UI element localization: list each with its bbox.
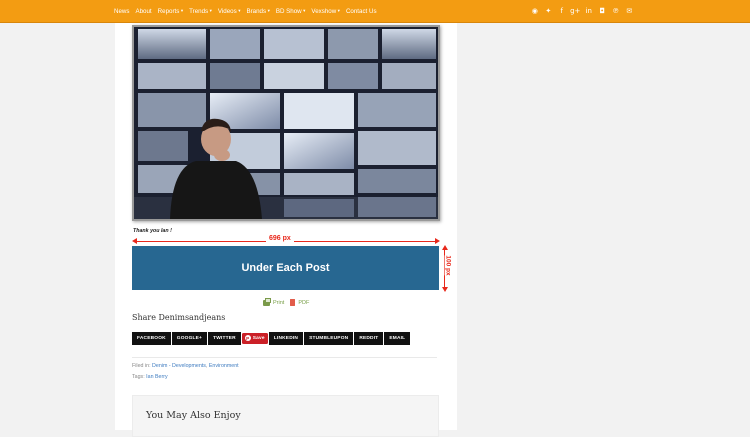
share-google-plus-button[interactable]: GOOGLE+ — [171, 332, 208, 345]
pinterest-save-button[interactable]: P Save — [241, 332, 268, 344]
share-button-label: FACEBOOK — [137, 336, 166, 341]
nav-item-reports[interactable]: Reports ▾ — [158, 8, 183, 15]
ad-width-label: 696 px — [266, 235, 294, 242]
nav-item-label: Videos — [217, 7, 237, 15]
pinterest-icon[interactable]: ℗ — [609, 7, 623, 15]
share-button-label: EMAIL — [389, 336, 406, 341]
tags-label: Tags: — [132, 374, 145, 380]
nav-item-label: BD Show — [275, 7, 302, 15]
share-linkedin-button[interactable]: LINKEDIN — [268, 332, 304, 345]
related-posts: You May Also Enjoy — [132, 395, 439, 437]
printer-icon — [263, 297, 271, 306]
share-facebook-button[interactable]: FACEBOOK — [132, 332, 171, 345]
nav-item-vexshow[interactable]: Vexshow ▾ — [311, 8, 340, 15]
nav-item-label: Contact Us — [345, 7, 377, 15]
nav-item-contact-us[interactable]: Contact Us — [346, 8, 377, 15]
chevron-down-icon: ▾ — [267, 8, 270, 13]
filed-in-label: Filed in: — [132, 363, 151, 369]
pdf-label: PDF — [298, 299, 310, 306]
post-content: Thank you Ian ! 696 px Under Each Post 1… — [115, 23, 457, 437]
share-email-button[interactable]: EMAIL — [384, 332, 411, 345]
arrow-down-icon — [441, 287, 448, 292]
top-nav-bar: News About Reports ▾ Trends ▾ Videos ▾ Brands ▾ BD… — [0, 0, 750, 23]
nav-item-label: Brands — [246, 7, 267, 15]
nav-item-bd-show[interactable]: BD Show ▾ — [276, 8, 306, 15]
rss-icon[interactable]: ◉ — [528, 7, 542, 15]
nav-item-trends[interactable]: Trends ▾ — [189, 8, 212, 15]
surveillance-wall-illustration — [134, 27, 438, 219]
nav-item-label: News — [114, 7, 130, 15]
share-button-label: STUMBLEUPON — [309, 336, 349, 341]
filed-in: Filed in: Denim - Developments, Environm… — [132, 363, 239, 369]
instagram-icon[interactable]: ◘ — [596, 7, 610, 15]
category-link[interactable]: Environment — [209, 363, 239, 369]
social-icons: ◉ ✦ f g+ in ◘ ℗ ✉ — [528, 0, 636, 22]
chevron-down-icon: ▾ — [209, 8, 212, 13]
arrow-right-icon — [435, 238, 440, 244]
tags: Tags: Ian Berry — [132, 374, 168, 380]
nav-item-label: Trends — [189, 7, 209, 15]
chevron-down-icon: ▾ — [337, 8, 340, 13]
tag-link[interactable]: Ian Berry — [146, 374, 168, 380]
print-label: Print — [273, 299, 285, 306]
divider — [132, 357, 437, 358]
facebook-icon[interactable]: f — [555, 7, 569, 15]
share-reddit-button[interactable]: REDDIT — [354, 332, 384, 345]
nav-item-videos[interactable]: Videos ▾ — [218, 8, 241, 15]
nav-item-label: About — [135, 7, 152, 15]
arrow-up-icon — [441, 245, 448, 250]
chevron-down-icon: ▾ — [303, 8, 306, 13]
nav-item-label: Vexshow — [311, 7, 337, 15]
pdf-link[interactable]: PDF — [290, 299, 309, 306]
print-link[interactable]: Print — [263, 297, 285, 306]
share-stumbleupon-button[interactable]: STUMBLEUPON — [304, 332, 354, 345]
share-button-label: REDDIT — [359, 336, 379, 341]
category-link[interactable]: Denim - Developments — [152, 363, 206, 369]
nav-item-about[interactable]: About — [135, 8, 151, 15]
share-button-label: LINKEDIN — [273, 336, 299, 341]
google-plus-icon[interactable]: g+ — [569, 7, 583, 15]
share-button-label: TWITTER — [213, 336, 236, 341]
share-button-label: GOOGLE+ — [176, 336, 203, 341]
chevron-down-icon: ▾ — [180, 8, 184, 13]
ad-height-label: 100 px — [444, 255, 452, 276]
related-title: You May Also Enjoy — [146, 410, 241, 421]
chevron-down-icon: ▾ — [238, 8, 241, 13]
ad-placeholder: 696 px Under Each Post 100 px — [132, 234, 452, 304]
arrow-left-icon — [132, 238, 137, 244]
nav-item-label: Reports — [157, 7, 180, 15]
linkedin-icon[interactable]: in — [582, 7, 596, 15]
print-pdf-row: Print PDF — [263, 297, 315, 306]
nav-item-brands[interactable]: Brands ▾ — [246, 8, 269, 15]
pdf-icon — [290, 299, 296, 306]
pinterest-icon: P — [244, 335, 251, 341]
twitter-icon[interactable]: ✦ — [542, 7, 556, 15]
nav-item-news[interactable]: News — [114, 8, 129, 15]
email-icon[interactable]: ✉ — [623, 7, 637, 15]
share-buttons: FACEBOOK GOOGLE+ TWITTER P Save LINKEDIN STUMB… — [132, 332, 411, 345]
share-title: Share Denimsandjeans — [132, 313, 226, 322]
share-button-label: Save — [252, 335, 265, 341]
ad-banner[interactable]: Under Each Post — [132, 246, 439, 290]
main-menu: News About Reports ▾ Trends ▾ Videos ▾ Brands ▾ BD… — [114, 0, 383, 22]
share-twitter-button[interactable]: TWITTER — [208, 332, 241, 345]
post-hero-image — [132, 25, 440, 221]
